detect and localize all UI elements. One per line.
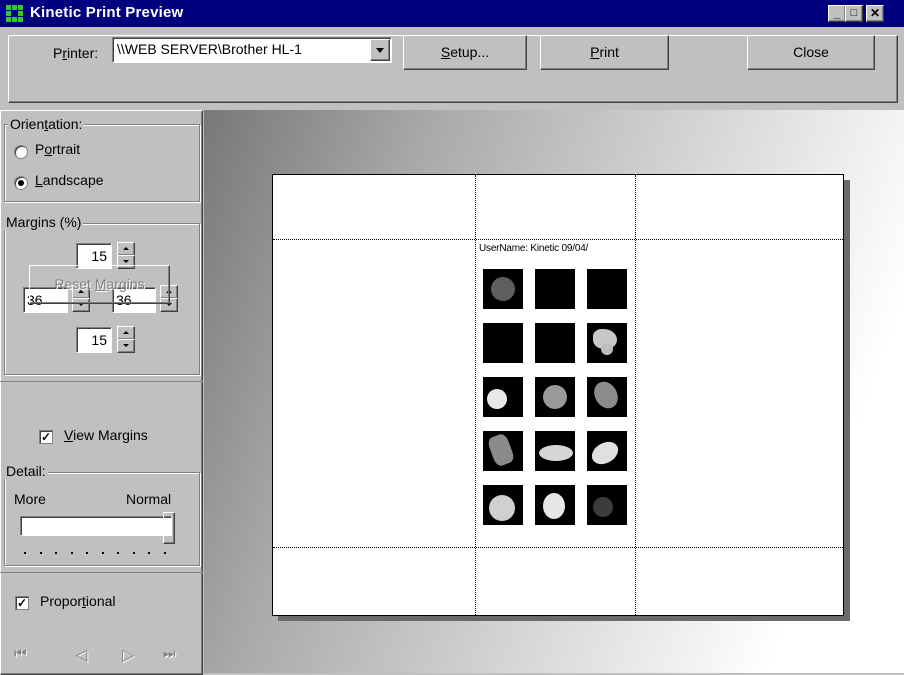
app-icon — [6, 5, 24, 23]
view-margins-checkbox[interactable]: ✓ — [39, 430, 53, 444]
margin-line-right — [635, 175, 636, 615]
image-thumbnail — [483, 323, 523, 363]
image-thumbnail — [535, 323, 575, 363]
preview-area: UserName: Kinetic 09/04/ — [204, 110, 904, 673]
dropdown-arrow-icon[interactable] — [370, 39, 390, 61]
landscape-radio[interactable] — [14, 176, 28, 190]
slider-tick — [24, 552, 26, 554]
image-thumbnail — [587, 269, 627, 309]
slider-tick — [163, 552, 166, 554]
margin-bottom-field[interactable]: 15 — [76, 327, 112, 353]
detail-more-label: More — [14, 491, 46, 507]
next-page-icon[interactable]: ▷ — [122, 645, 134, 665]
margin-line-top — [273, 239, 843, 240]
spin-up-icon[interactable] — [117, 326, 135, 340]
slider-tick — [55, 552, 57, 554]
image-thumbnail — [483, 269, 523, 309]
portrait-radio[interactable] — [14, 145, 28, 159]
orientation-label: Orientation: — [8, 116, 85, 132]
portrait-label[interactable]: Portrait — [35, 141, 80, 157]
minimize-icon[interactable]: _ — [828, 5, 846, 22]
last-page-icon[interactable]: ⏭ — [163, 645, 176, 662]
image-thumbnail — [587, 323, 627, 363]
image-thumbnail — [535, 377, 575, 417]
spin-down-icon[interactable] — [117, 339, 135, 353]
maximize-icon[interactable]: □ — [845, 5, 863, 22]
document-header: UserName: Kinetic 09/04/ — [479, 243, 589, 254]
landscape-label[interactable]: Landscape — [35, 172, 104, 188]
printer-value: \\WEB SERVER\Brother HL-1 — [117, 41, 302, 57]
reset-margins-button[interactable]: Reset Margins — [29, 265, 170, 304]
close-icon[interactable]: ✕ — [866, 5, 884, 22]
detail-label: Detail: — [4, 463, 48, 479]
orientation-group — [4, 124, 200, 202]
spin-up-icon[interactable] — [117, 242, 135, 256]
close-button[interactable]: Close — [747, 35, 875, 70]
printer-label: Printer: — [53, 45, 99, 61]
slider-tick — [117, 552, 119, 554]
divider — [0, 381, 203, 382]
image-thumbnail — [535, 485, 575, 525]
slider-tick — [132, 552, 135, 554]
first-page-icon[interactable]: ⏮ — [14, 645, 27, 662]
image-thumbnail — [587, 377, 627, 417]
image-thumbnail — [535, 269, 575, 309]
slider-tick — [39, 552, 42, 554]
print-button[interactable]: Print — [540, 35, 669, 70]
detail-normal-label: Normal — [126, 491, 172, 507]
proportional-checkbox[interactable]: ✓ — [15, 596, 29, 610]
detail-slider-track[interactable] — [20, 516, 172, 536]
image-thumbnail — [535, 431, 575, 471]
printer-select[interactable]: \\WEB SERVER\Brother HL-1 — [112, 37, 392, 63]
detail-slider-thumb[interactable] — [163, 512, 175, 544]
image-thumbnail — [483, 485, 523, 525]
setup-button[interactable]: Setup... — [403, 35, 527, 70]
margin-bottom-spinner[interactable] — [117, 326, 135, 353]
image-thumbnail — [587, 485, 627, 525]
title-bar: Kinetic Print Preview _ □ ✕ — [0, 0, 904, 27]
image-thumbnail — [483, 431, 523, 471]
prev-page-icon[interactable]: ◁ — [75, 645, 87, 665]
window-title: Kinetic Print Preview — [30, 4, 184, 21]
view-margins-label[interactable]: View Margins — [64, 427, 148, 443]
margin-line-left — [475, 175, 476, 615]
image-thumbnail — [587, 431, 627, 471]
divider — [0, 572, 203, 573]
image-thumbnail — [483, 377, 523, 417]
margins-label: Margins (%) — [4, 214, 84, 230]
slider-tick — [86, 552, 88, 554]
slider-tick — [101, 552, 104, 554]
margin-line-bottom — [273, 547, 843, 548]
slider-tick — [148, 552, 150, 554]
preview-page: UserName: Kinetic 09/04/ — [272, 174, 844, 616]
slider-tick — [70, 552, 73, 554]
proportional-label[interactable]: Proportional — [40, 593, 116, 609]
